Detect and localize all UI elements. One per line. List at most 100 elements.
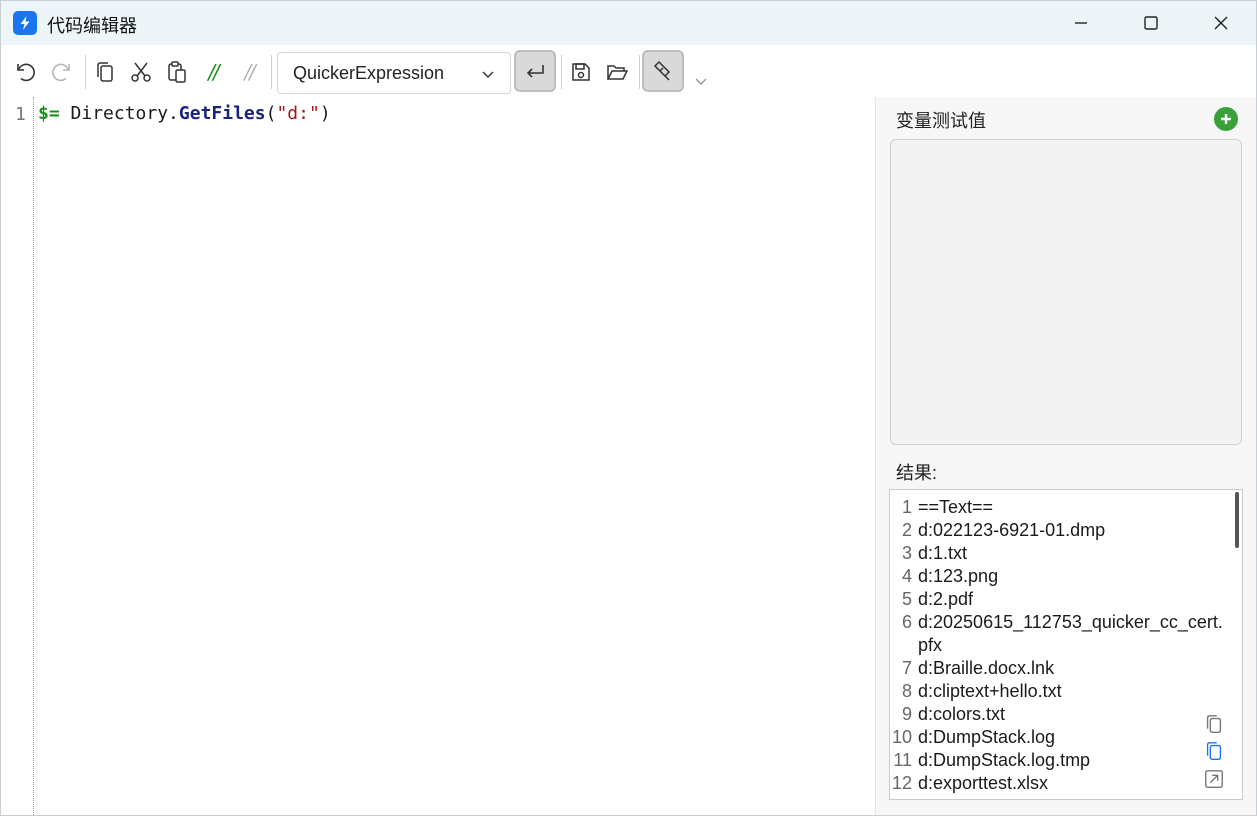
pin-toggle[interactable] — [642, 50, 684, 92]
open-external-icon — [1205, 770, 1223, 788]
result-text: d:Braille.docx.lnk — [918, 658, 1055, 678]
token-paren: ) — [319, 103, 331, 124]
add-icon — [1221, 114, 1231, 124]
result-row: 3 d:1.txt — [890, 542, 1236, 565]
word-wrap-icon — [526, 65, 544, 78]
chevron-down-icon — [482, 71, 494, 78]
result-line-number: 3 — [901, 543, 912, 563]
save-icon — [572, 63, 590, 81]
result-box[interactable]: 1 ==Text== 2 d:022123-6921-01.dmp 3 d:1.txt 4 d… — [889, 489, 1243, 800]
result-row: 7 d:Braille.docx.lnk — [890, 657, 1236, 680]
minimize-button[interactable] — [1046, 1, 1116, 45]
copy-result-button[interactable] — [1202, 712, 1226, 736]
result-text: d:123.png — [918, 566, 999, 586]
language-select[interactable]: QuickerExpression — [277, 52, 511, 94]
result-row: 12 d:exporttest.xlsx — [890, 772, 1236, 795]
open-folder-icon — [606, 65, 629, 80]
title-bar: 代码编辑器 — [1, 1, 1256, 45]
paste-icon — [168, 61, 186, 83]
copy-button[interactable] — [90, 57, 120, 87]
maximize-button[interactable] — [1116, 1, 1186, 45]
result-text: d:2.pdf — [918, 589, 974, 609]
result-text: d:1.txt — [918, 543, 968, 563]
result-text: d:colors.txt — [918, 704, 1006, 724]
lightning-icon — [13, 11, 37, 35]
result-line-number: 8 — [901, 681, 912, 701]
comment-button[interactable]: // — [198, 57, 228, 87]
result-text: d:20250615_112753_quicker_cc_cert.pfx — [918, 612, 1223, 655]
save-button[interactable] — [566, 57, 596, 87]
toolbar-separator — [639, 55, 640, 89]
result-line-number: 6 — [901, 612, 912, 632]
result-text: d:DumpStack.log.tmp — [918, 750, 1091, 770]
cut-button[interactable] — [126, 57, 156, 87]
token-string: "d:" — [276, 103, 320, 124]
toolbar-separator — [561, 55, 562, 89]
open-button[interactable] — [602, 57, 632, 87]
word-wrap-toggle[interactable] — [514, 50, 556, 92]
result-line-number: 1 — [901, 497, 912, 517]
paste-button[interactable] — [162, 57, 192, 87]
result-label: 结果: — [896, 463, 938, 483]
copy-icon — [97, 62, 113, 82]
result-line-number: 4 — [901, 566, 912, 586]
copy-result-blue-icon — [1206, 742, 1222, 760]
chevron-down-icon[interactable] — [693, 73, 709, 89]
result-row: 1 ==Text== — [890, 496, 1236, 519]
minimize-icon — [1075, 22, 1087, 24]
window-title: 代码编辑器 — [47, 16, 137, 36]
test-panel: 变量测试值 结果: 1 ==Text== 2 d:022123-6921-01.dmp… — [875, 97, 1256, 815]
result-row: 5 d:2.pdf — [890, 588, 1236, 611]
variables-label: 变量测试值 — [896, 111, 986, 131]
token-result-operator: $= — [38, 103, 60, 124]
variables-box[interactable] — [890, 139, 1242, 445]
code-line[interactable]: $= Directory.GetFiles("d:") — [38, 103, 331, 124]
token-object: Directory. — [59, 103, 179, 124]
redo-icon — [52, 63, 70, 82]
result-row: 10 d:DumpStack.log — [890, 726, 1236, 749]
redo-button[interactable] — [47, 57, 77, 87]
gutter-divider — [33, 97, 34, 815]
pin-icon — [653, 60, 671, 81]
result-row: 2 d:022123-6921-01.dmp — [890, 519, 1236, 542]
result-line-number: 9 — [901, 704, 912, 724]
result-row: 8 d:cliptext+hello.txt — [890, 680, 1236, 703]
add-variable-button[interactable] — [1214, 107, 1238, 131]
open-external-button[interactable] — [1202, 767, 1226, 791]
code-editor-window: 代码编辑器 // // QuickerExpression 1 $= Direc… — [0, 0, 1257, 816]
undo-icon — [17, 63, 35, 82]
result-text: d:022123-6921-01.dmp — [918, 520, 1106, 540]
result-line-number: 10 — [891, 727, 912, 747]
copy-result-blue-button[interactable] — [1202, 739, 1226, 763]
result-line-number: 12 — [891, 773, 912, 793]
result-line-number: 2 — [901, 520, 912, 540]
result-row: 9 d:colors.txt — [890, 703, 1236, 726]
cut-icon — [131, 62, 151, 82]
line-number: 1 — [15, 104, 26, 125]
result-row: 11 d:DumpStack.log.tmp — [890, 749, 1236, 772]
uncomment-icon: // — [244, 60, 256, 84]
result-text: d:exporttest.xlsx — [918, 773, 1049, 793]
toolbar: // // QuickerExpression — [1, 45, 1256, 97]
comment-icon: // — [208, 60, 220, 84]
scrollbar[interactable] — [1235, 492, 1239, 548]
copy-result-icon — [1206, 715, 1222, 733]
result-row: 4 d:123.png — [890, 565, 1236, 588]
result-line-number: 7 — [901, 658, 912, 678]
result-row: 6 d:20250615_112753_quicker_cc_cert.pfx — [890, 611, 1236, 657]
close-button[interactable] — [1186, 1, 1256, 45]
result-line-number: 11 — [893, 750, 912, 770]
result-text: ==Text== — [918, 497, 994, 517]
toolbar-separator — [85, 55, 86, 89]
token-paren: ( — [265, 103, 277, 124]
close-icon — [1214, 16, 1228, 30]
toolbar-separator — [271, 55, 272, 89]
maximize-icon — [1144, 16, 1158, 30]
undo-button[interactable] — [10, 57, 40, 87]
result-text: d:DumpStack.log — [918, 727, 1056, 747]
language-select-value: QuickerExpression — [293, 62, 445, 83]
result-line-number: 5 — [901, 589, 912, 609]
uncomment-button[interactable]: // — [234, 57, 264, 87]
code-editor[interactable]: 1 $= Directory.GetFiles("d:") — [1, 97, 875, 815]
result-list: 1 ==Text== 2 d:022123-6921-01.dmp 3 d:1.txt 4 d… — [890, 496, 1236, 795]
